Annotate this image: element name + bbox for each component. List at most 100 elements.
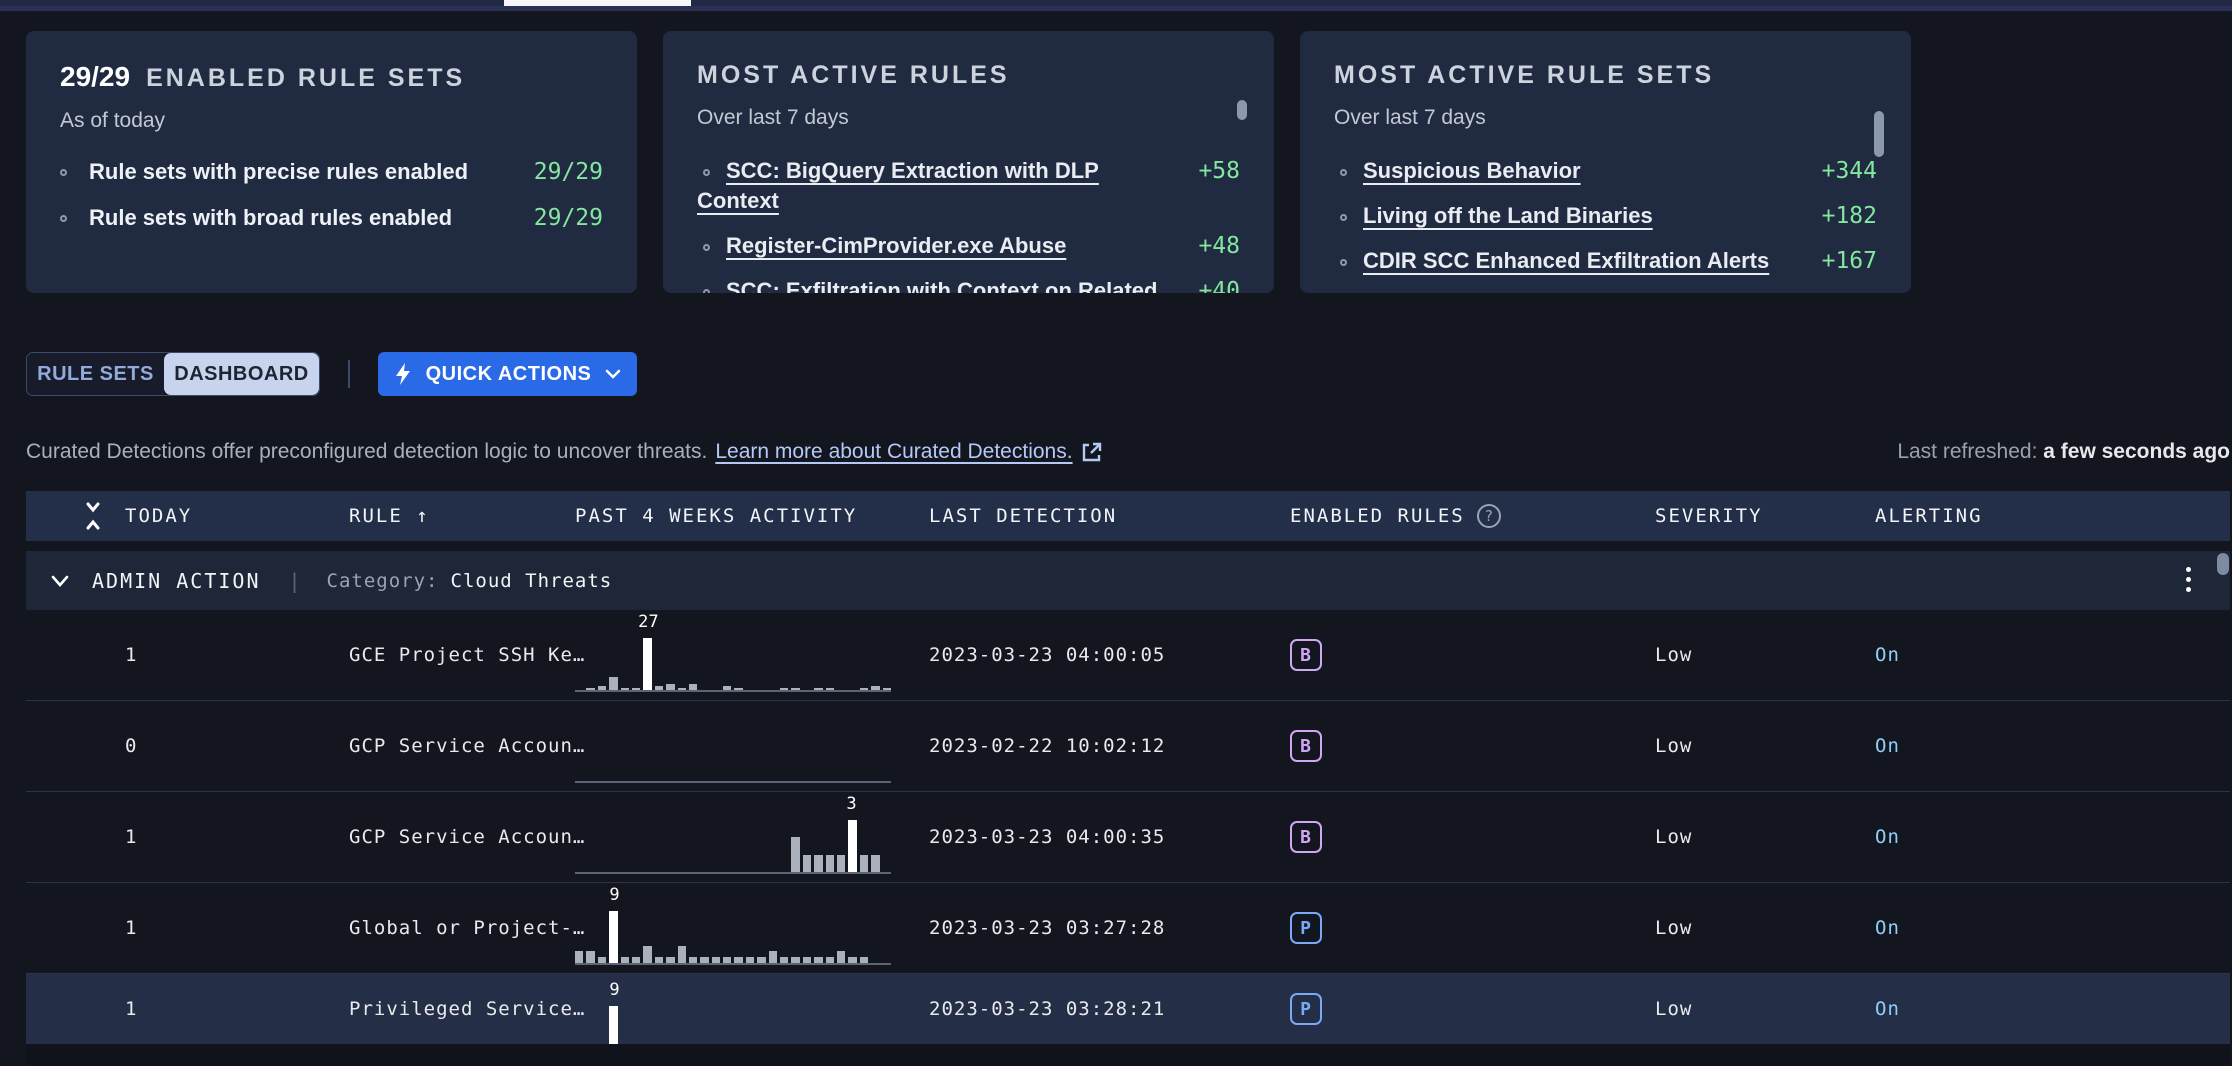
- rule-link[interactable]: Register-CimProvider.exe Abuse: [726, 233, 1066, 258]
- rule-set-link[interactable]: CDIR SCC Enhanced Exfiltration Alerts: [1363, 248, 1769, 273]
- collapse-all-icon[interactable]: [84, 501, 102, 531]
- list-item: +130Service Disruption: [1334, 291, 1877, 293]
- activity-sparkline: 9: [575, 1006, 891, 1044]
- bullet-icon: [703, 244, 710, 251]
- activity-sparkline: 27: [575, 638, 891, 692]
- enabled-rule-sets-count: 29/29: [60, 61, 130, 93]
- column-header-alerting[interactable]: ALERTING: [1875, 491, 1983, 541]
- tab-rule-sets[interactable]: RULE SETS: [27, 353, 164, 395]
- alerting-status[interactable]: On: [1875, 792, 1900, 882]
- alerting-status[interactable]: On: [1875, 701, 1900, 791]
- column-header-today[interactable]: TODAY: [125, 491, 192, 541]
- view-segmented-control: RULE SETS DASHBOARD: [26, 352, 320, 396]
- alerting-status[interactable]: On: [1875, 974, 1900, 1044]
- activity-sparkline: 9: [575, 911, 891, 965]
- bullet-icon: [60, 169, 67, 176]
- bullet-icon: [703, 169, 710, 176]
- learn-more-link[interactable]: Learn more about Curated Detections.: [715, 440, 1072, 464]
- activity-sparkline: [575, 729, 891, 783]
- today-count: 1: [125, 974, 137, 1044]
- sort-ascending-icon: ↑: [416, 505, 429, 527]
- list-item: Rule sets with broad rules enabled 29/29: [60, 205, 603, 231]
- rule-set-link[interactable]: Suspicious Behavior: [1363, 158, 1581, 183]
- column-header-severity[interactable]: SEVERITY: [1655, 491, 1763, 541]
- card-subtitle: Over last 7 days: [697, 106, 1240, 130]
- table-row[interactable]: 0 GCP Service Accoun… 2023-02-22 10:02:1…: [26, 701, 2230, 792]
- table-row[interactable]: 1 GCP Service Accoun… 3 2023-03-23 04:00…: [26, 792, 2230, 883]
- precise-rule-badge[interactable]: P: [1290, 993, 1322, 1025]
- card-scrollbar-thumb[interactable]: [1874, 111, 1884, 157]
- help-icon[interactable]: ?: [1477, 504, 1501, 528]
- list-item-value: +48: [1198, 231, 1240, 261]
- summary-cards: 29/29 ENABLED RULE SETS As of today Rule…: [26, 31, 1911, 293]
- most-active-rule-sets-card: MOST ACTIVE RULE SETS Over last 7 days +…: [1300, 31, 1911, 293]
- alerting-status[interactable]: On: [1875, 610, 1900, 700]
- info-text: Curated Detections offer preconfigured d…: [26, 440, 707, 464]
- rule-name: GCE Project SSH Ke…: [349, 610, 585, 700]
- lightning-icon: [394, 362, 412, 386]
- last-refreshed: Last refreshed: a few seconds ago: [1897, 440, 2230, 464]
- most-active-rules-card: MOST ACTIVE RULES Over last 7 days +58SC…: [663, 31, 1274, 293]
- list-item: +344 Suspicious Behavior: [1334, 156, 1877, 186]
- list-item: +48 Register-CimProvider.exe Abuse: [697, 231, 1240, 261]
- list-item-value: +58: [1198, 156, 1240, 186]
- severity-value: Low: [1655, 974, 1692, 1044]
- today-count: 1: [125, 610, 137, 700]
- list-item: +182 Living off the Land Binaries: [1334, 201, 1877, 231]
- tab-dashboard[interactable]: DASHBOARD: [164, 353, 319, 395]
- chevron-down-icon[interactable]: [50, 574, 70, 588]
- today-count: 1: [125, 883, 137, 973]
- curated-detections-page: 29/29 ENABLED RULE SETS As of today Rule…: [0, 0, 2232, 1066]
- column-header-rule-label: RULE: [349, 505, 403, 527]
- precise-rule-badge[interactable]: P: [1290, 912, 1322, 944]
- card-title: ENABLED RULE SETS: [146, 64, 465, 93]
- today-count: 0: [125, 701, 137, 791]
- rule-set-link[interactable]: Living off the Land Binaries: [1363, 203, 1653, 228]
- card-subtitle: As of today: [60, 109, 603, 133]
- info-line: Curated Detections offer preconfigured d…: [26, 440, 1103, 464]
- alerting-status[interactable]: On: [1875, 883, 1900, 973]
- last-refreshed-label: Last refreshed:: [1897, 440, 2037, 463]
- toolbar-divider: [348, 360, 350, 388]
- rule-name: GCP Service Accoun…: [349, 792, 585, 882]
- external-link-icon[interactable]: [1081, 441, 1103, 463]
- bullet-icon: [1340, 259, 1347, 266]
- bullet-icon: [60, 215, 67, 222]
- rule-name: Global or Project-…: [349, 883, 585, 973]
- list-item-value: +344: [1822, 156, 1877, 186]
- broad-rule-badge[interactable]: B: [1290, 730, 1322, 762]
- last-detection-time: 2023-03-23 03:28:21: [929, 974, 1165, 1044]
- today-count: 1: [125, 792, 137, 882]
- column-header-enabled-rules[interactable]: ENABLED RULES ?: [1290, 491, 1501, 541]
- column-header-rule[interactable]: RULE ↑: [349, 491, 430, 541]
- kebab-menu-icon[interactable]: [2180, 565, 2197, 594]
- enabled-rule-sets-card: 29/29 ENABLED RULE SETS As of today Rule…: [26, 31, 637, 293]
- last-detection-time: 2023-03-23 03:27:28: [929, 883, 1165, 973]
- last-detection-time: 2023-02-22 10:02:12: [929, 701, 1165, 791]
- group-category-label: Category:: [327, 570, 439, 592]
- table-row[interactable]: 1 GCE Project SSH Ke… 27 2023-03-23 04:0…: [26, 610, 2230, 701]
- table-row[interactable]: 1 Global or Project-… 9 2023-03-23 03:27…: [26, 883, 2230, 974]
- list-item: +40SCC: Exfiltration with Context on Rel…: [697, 276, 1240, 293]
- rules-table: TODAY RULE ↑ PAST 4 WEEKS ACTIVITY LAST …: [26, 491, 2230, 1066]
- group-name: ADMIN ACTION: [92, 569, 261, 593]
- card-scrollbar-thumb[interactable]: [1237, 100, 1247, 120]
- column-header-activity[interactable]: PAST 4 WEEKS ACTIVITY: [575, 491, 857, 541]
- list-item-value: +167: [1822, 246, 1877, 276]
- table-scrollbar-thumb[interactable]: [2217, 553, 2229, 575]
- column-header-last-detection[interactable]: LAST DETECTION: [929, 491, 1117, 541]
- broad-rule-badge[interactable]: B: [1290, 821, 1322, 853]
- group-divider: |: [289, 569, 301, 593]
- list-item-value: +182: [1822, 201, 1877, 231]
- toolbar: RULE SETS DASHBOARD QUICK ACTIONS: [26, 352, 637, 396]
- broad-rule-badge[interactable]: B: [1290, 639, 1322, 671]
- table-footer: [26, 1044, 2230, 1066]
- rule-link[interactable]: SCC: BigQuery Extraction with DLP Contex…: [697, 158, 1099, 213]
- top-strip-border: [0, 6, 2232, 11]
- table-row[interactable]: 1 Privileged Service… 9 2023-03-23 03:28…: [26, 974, 2230, 1044]
- severity-value: Low: [1655, 792, 1692, 882]
- group-row-admin-action[interactable]: ADMIN ACTION | Category: Cloud Threats: [26, 551, 2230, 610]
- quick-actions-button[interactable]: QUICK ACTIONS: [378, 352, 637, 396]
- rule-link[interactable]: SCC: Exfiltration with Context on Relate…: [697, 278, 1157, 293]
- list-item-label: Rule sets with broad rules enabled: [89, 205, 534, 231]
